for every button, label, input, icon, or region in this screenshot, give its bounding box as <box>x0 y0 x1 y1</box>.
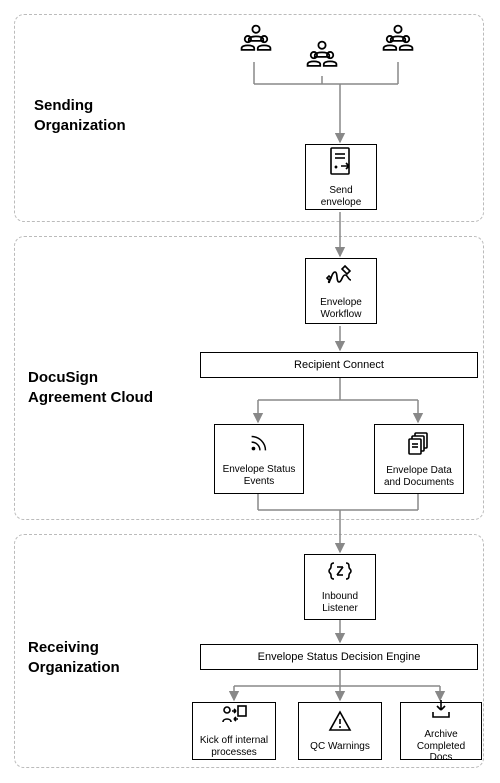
node-label: QC Warnings <box>310 741 370 753</box>
node-label: Envelope Status Events <box>221 464 297 487</box>
receiving-label: Receiving Organization <box>28 638 158 677</box>
node-label: Archive Completed Docs <box>407 729 475 764</box>
code-braces-icon <box>326 560 354 587</box>
users-icon <box>380 22 416 63</box>
download-archive-icon <box>430 698 452 725</box>
node-qc-warnings: QC Warnings <box>298 702 382 760</box>
diagram-canvas: Sending Organization DocuSign Agreement … <box>0 0 500 783</box>
node-label: Envelope Data and Documents <box>381 465 457 488</box>
node-kickoff: Kick off internal processes <box>192 702 276 760</box>
node-label: Envelope Status Decision Engine <box>258 651 421 663</box>
broadcast-icon <box>246 431 272 460</box>
node-label: Recipient Connect <box>294 359 384 371</box>
node-recipient-connect: Recipient Connect <box>200 352 478 378</box>
node-send-envelope: Send envelope <box>305 144 377 210</box>
users-icon <box>304 38 340 79</box>
node-decision-engine: Envelope Status Decision Engine <box>200 644 478 670</box>
node-label: Envelope Workflow <box>312 297 371 320</box>
documents-stack-icon <box>406 430 432 461</box>
node-label: Inbound Listener <box>311 591 370 614</box>
node-inbound-listener: Inbound Listener <box>304 554 376 620</box>
node-label: Send envelope <box>312 185 371 208</box>
users-icon <box>238 22 274 63</box>
node-archive: Archive Completed Docs <box>400 702 482 760</box>
process-transfer-icon <box>220 704 248 731</box>
node-label: Kick off internal processes <box>199 735 269 758</box>
warning-triangle-icon <box>328 710 352 737</box>
sending-label: Sending Organization <box>34 96 164 135</box>
signature-icon <box>325 262 357 293</box>
cloud-label: DocuSign Agreement Cloud <box>28 368 158 407</box>
node-data-docs: Envelope Data and Documents <box>374 424 464 494</box>
node-envelope-workflow: Envelope Workflow <box>305 258 377 324</box>
node-status-events: Envelope Status Events <box>214 424 304 494</box>
document-arrow-icon <box>327 146 355 181</box>
